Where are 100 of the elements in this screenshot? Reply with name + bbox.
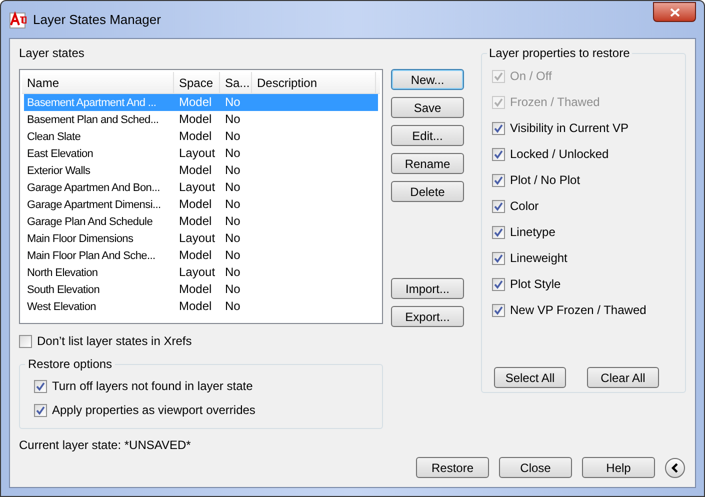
checkmark-icon — [494, 150, 503, 158]
dialog-button[interactable]: Select All — [494, 367, 566, 388]
checkbox-label: New VP Frozen / Thawed — [510, 302, 646, 319]
list-row[interactable]: North Elevation Layout No — [24, 264, 378, 281]
checkbox[interactable] — [34, 404, 47, 416]
collapse-button[interactable] — [665, 458, 685, 478]
dialog-button[interactable]: Rename — [391, 153, 464, 174]
table-cell-text: Model — [178, 111, 213, 128]
list-row[interactable]: South Elevation Model No — [24, 281, 378, 298]
table-cell-text: Model — [178, 128, 213, 145]
app-logo-icon — [9, 10, 27, 28]
checkbox[interactable] — [19, 334, 32, 348]
checkbox-label: Apply properties as viewport overrides — [52, 402, 256, 419]
column-header[interactable]: Name — [22, 72, 174, 93]
checkmark-icon — [494, 98, 503, 106]
close-button[interactable] — [653, 2, 696, 22]
group-title: Restore options — [25, 357, 116, 371]
list-row[interactable]: Exterior Walls Model No — [24, 162, 378, 179]
list-row[interactable]: East Elevation Layout No — [24, 145, 378, 162]
dialog-button[interactable]: Restore — [416, 457, 489, 478]
checkmark-icon — [494, 280, 503, 288]
table-cell-text: Model — [178, 213, 213, 230]
table-cell-text: No — [224, 230, 242, 247]
chevron-left-icon — [671, 462, 679, 472]
dialog-button[interactable]: Delete — [391, 181, 464, 202]
table-cell: East Elevation — [27, 148, 94, 160]
table-cell: Main Floor Dimensions — [27, 233, 134, 245]
table-cell-text: No — [224, 145, 242, 162]
table-cell-text: No — [224, 298, 242, 315]
list-row[interactable]: Main Floor Plan And Sche... Model No — [24, 247, 378, 264]
table-cell-text: No — [224, 196, 242, 213]
checkmark-icon — [494, 254, 503, 262]
table-cell-text: No — [224, 264, 242, 281]
list-row[interactable]: Basement Plan and Sched... Model No — [24, 111, 378, 128]
section-label: Layer states — [19, 45, 86, 62]
checkbox-label: Color — [510, 198, 539, 215]
checkbox[interactable] — [34, 380, 47, 392]
checkbox-label: On / Off — [510, 68, 552, 85]
table-cell: Basement Plan and Sched... — [27, 114, 159, 126]
dialog-button[interactable]: Close — [499, 457, 572, 478]
list-row[interactable]: Garage Apartment Dimensi... Model No — [24, 196, 378, 213]
checkbox-label: Locked / Unlocked — [510, 146, 609, 163]
table-cell-text: No — [224, 128, 242, 145]
layer-states-list[interactable] — [19, 69, 383, 324]
checkbox-label: Frozen / Thawed — [510, 94, 600, 111]
table-cell-text: No — [224, 94, 242, 111]
close-icon — [670, 8, 680, 16]
list-row[interactable]: West Elevation Model No — [24, 298, 378, 315]
checkmark-icon — [494, 72, 503, 80]
checkbox[interactable] — [492, 174, 505, 186]
column-header[interactable]: Description — [252, 72, 376, 93]
column-header[interactable]: Sa... — [220, 72, 252, 93]
checkbox[interactable] — [492, 122, 505, 134]
checkmark-icon — [494, 124, 503, 132]
column-header[interactable]: Space — [174, 72, 220, 93]
checkbox[interactable] — [492, 278, 505, 290]
table-cell-text: No — [224, 162, 242, 179]
table-cell: Exterior Walls — [27, 165, 90, 177]
group-title: Layer properties to restore — [487, 46, 632, 60]
table-cell-text: Model — [178, 162, 213, 179]
dialog-button[interactable]: Import... — [391, 278, 464, 299]
checkbox-label: Plot / No Plot — [510, 172, 580, 189]
checkbox-label: Turn off layers not found in layer state — [52, 378, 253, 395]
dialog-button[interactable]: Export... — [391, 306, 464, 327]
checkbox[interactable] — [492, 148, 505, 160]
checkmark-icon — [494, 176, 503, 184]
checkbox[interactable] — [492, 226, 505, 238]
checkmark-icon — [36, 406, 45, 414]
checkbox-label: Visibility in Current VP — [510, 120, 628, 137]
list-row[interactable]: Main Floor Dimensions Layout No — [24, 230, 378, 247]
table-cell-text: No — [224, 111, 242, 128]
table-cell: Basement Apartment And ... — [27, 97, 156, 109]
checkbox[interactable] — [492, 304, 505, 316]
table-cell-text: Layout — [178, 179, 216, 196]
checkmark-icon — [494, 228, 503, 236]
checkmark-icon — [494, 306, 503, 314]
table-cell: Main Floor Plan And Sche... — [27, 250, 156, 262]
list-row[interactable]: Garage Plan And Schedule Model No — [24, 213, 378, 230]
checkmark-icon — [36, 382, 45, 390]
dialog-button[interactable]: New... — [391, 69, 464, 90]
table-cell-text: Layout — [178, 230, 216, 247]
table-cell-text: Model — [178, 196, 213, 213]
checkbox[interactable] — [492, 200, 505, 212]
list-row[interactable]: Clean Slate Model No — [24, 128, 378, 145]
table-cell-text: No — [224, 247, 242, 264]
table-cell: South Elevation — [27, 284, 100, 296]
table-cell-text: Layout — [178, 264, 216, 281]
checkbox-label: Linetype — [510, 224, 556, 241]
list-row[interactable]: Garage Apartmen And Bon... Layout No — [24, 179, 378, 196]
table-cell-text: No — [224, 281, 242, 298]
checkbox-label: Lineweight — [510, 250, 568, 267]
dialog-button[interactable]: Save — [391, 97, 464, 118]
table-cell: West Elevation — [27, 301, 96, 313]
dialog-button[interactable]: Edit... — [391, 125, 464, 146]
checkbox[interactable] — [492, 252, 505, 264]
table-cell-text: Model — [178, 247, 213, 264]
dialog-button[interactable]: Clear All — [587, 367, 659, 388]
table-cell: North Elevation — [27, 267, 98, 279]
window-title: Layer States Manager — [33, 10, 161, 29]
dialog-button[interactable]: Help — [582, 457, 655, 478]
